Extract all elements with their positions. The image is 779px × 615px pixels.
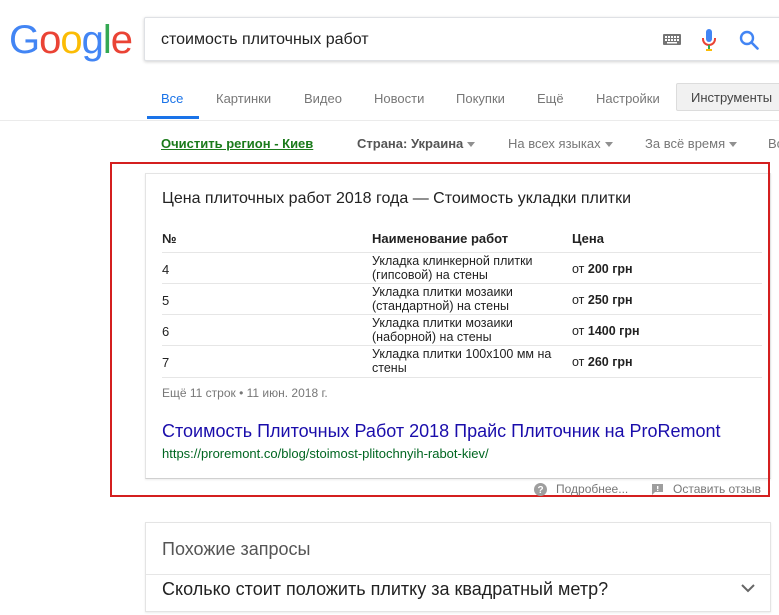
tab-video[interactable]: Видео [304,91,342,106]
logo-letter: l [102,18,112,62]
country-filter-label: Страна: Украина [357,136,464,151]
help-icon[interactable]: ? [534,483,547,496]
active-tab-indicator [147,116,199,119]
clear-region-link[interactable]: Очистить регион - Киев [161,136,313,151]
related-title: Похожие запросы [162,539,311,559]
related-question[interactable]: Сколько стоит положить плитку за квадрат… [162,579,608,600]
tab-shopping[interactable]: Покупки [456,91,505,106]
tab-news[interactable]: Новости [374,91,424,106]
logo-letter: e [110,18,133,62]
microphone-icon[interactable] [701,28,717,52]
dropdown-arrow-icon [604,142,613,148]
more-info-link[interactable]: Подробнее... [556,482,628,496]
leave-feedback-link[interactable]: Оставить отзыв [673,482,761,496]
search-tabs: Все Картинки Видео Новости Покупки Ещё Н… [0,75,779,121]
tab-images[interactable]: Картинки [216,91,271,106]
chevron-down-icon[interactable] [741,583,755,593]
keyboard-icon[interactable] [663,34,681,45]
tab-more[interactable]: Ещё [537,91,564,106]
feedback-icon[interactable] [651,483,664,496]
google-logo[interactable]: Google [9,18,133,62]
dropdown-arrow-icon [467,142,476,148]
time-filter[interactable]: За всё время [645,136,738,151]
clear-region-text[interactable]: Очистить регион - Киев [161,136,313,151]
language-filter[interactable]: На всех языках [508,136,613,151]
tools-button[interactable]: Инструменты [676,83,779,111]
search-icon[interactable] [739,30,759,50]
results-filter[interactable]: Вс [768,136,779,151]
highlight-box [110,162,770,497]
tab-all[interactable]: Все [161,91,183,106]
dropdown-arrow-icon [729,142,738,148]
logo-letter: o [39,18,61,62]
tab-settings[interactable]: Настройки [596,91,660,106]
country-filter[interactable]: Страна: Украина [357,136,476,151]
time-filter-label: За всё время [645,136,726,151]
logo-letter: g [81,18,104,62]
logo-letter: G [9,18,40,62]
related-question-row[interactable]: Сколько стоит положить плитку за квадрат… [146,574,770,615]
search-input[interactable]: стоимость плиточных работ [161,31,369,49]
language-filter-label: На всех языках [508,136,601,151]
search-box[interactable]: стоимость плиточных работ [144,17,779,61]
svg-text:?: ? [537,485,543,496]
tools-button-label: Инструменты [691,90,773,105]
related-searches: Похожие запросы Сколько стоит положить п… [145,522,771,612]
logo-letter: o [60,18,82,62]
